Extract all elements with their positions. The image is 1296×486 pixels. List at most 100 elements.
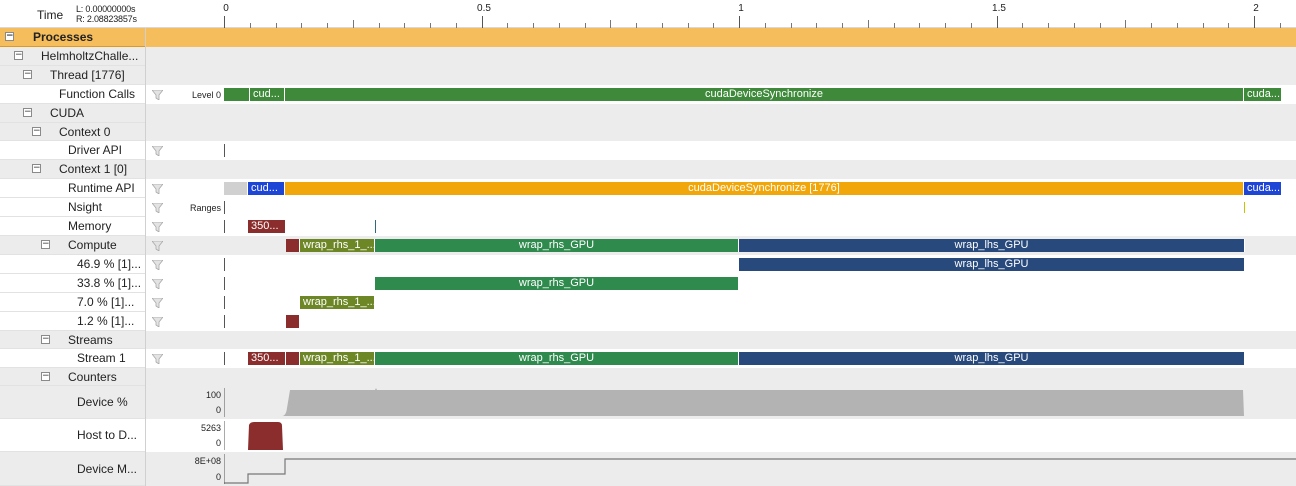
compute-track-4 — [224, 312, 1296, 331]
filter-icon[interactable] — [152, 259, 163, 270]
kernel-event[interactable]: wrap_lhs_GPU — [739, 258, 1245, 271]
kernel-event[interactable] — [286, 239, 300, 252]
filter-icon[interactable] — [152, 183, 163, 194]
filter-icon[interactable] — [152, 278, 163, 289]
filter-icon[interactable] — [152, 202, 163, 213]
tree-label: Nsight — [68, 200, 103, 214]
ruler-tick-label: 0.5 — [477, 3, 491, 14]
filter-icon[interactable] — [152, 353, 163, 364]
kernel-event[interactable] — [286, 315, 300, 328]
tree-row-device-memory[interactable]: Device M... — [0, 452, 145, 486]
tree-row-stream1[interactable]: Stream 1 — [0, 349, 145, 368]
device-pct-area — [224, 388, 1244, 416]
filter-icon[interactable] — [152, 240, 163, 251]
tree-label: Context 0 — [59, 124, 111, 139]
device-pct-graph — [224, 386, 1296, 419]
host-to-device-graph — [224, 419, 1296, 452]
tree-row-processes[interactable]: − Processes — [0, 28, 145, 47]
y-min-label: 0 — [215, 472, 221, 482]
collapse-icon[interactable]: − — [41, 371, 50, 381]
tree-label: 7.0 % [1]... — [77, 295, 135, 309]
ruler-tick — [997, 16, 998, 28]
kernel-event[interactable]: wrap_rhs_1_... — [300, 352, 375, 365]
tree-row-host-to-device[interactable]: Host to D... — [0, 419, 145, 452]
tree-row-context0[interactable]: − Context 0 — [0, 123, 145, 141]
collapse-icon[interactable]: − — [41, 334, 50, 344]
y-max-label: 100 — [205, 390, 221, 400]
runtime-event[interactable]: cudaDeviceSynchronize [1776] — [285, 182, 1244, 195]
process-tree: − Processes − HelmholtzChalle... − Threa… — [0, 28, 145, 486]
left-cursor-readout: L: 0.00000000s — [76, 4, 136, 14]
runtime-event[interactable]: cuda... — [1244, 182, 1282, 195]
runtime-event[interactable]: cud... — [248, 182, 285, 195]
fc-event[interactable]: cuda... — [1244, 88, 1282, 101]
filter-icon[interactable] — [152, 297, 163, 308]
tree-row-device-pct[interactable]: Device % — [0, 386, 145, 419]
filter-icon[interactable] — [152, 316, 163, 327]
tree-label: 1.2 % [1]... — [77, 314, 135, 328]
htod-area — [248, 422, 283, 450]
runtime-api-track: cud... cudaDeviceSynchronize [1776] cuda… — [224, 179, 1296, 198]
tree-label: Thread [1776] — [50, 68, 125, 82]
tree-row-thread[interactable]: − Thread [1776] — [0, 66, 145, 85]
tree-row-compute-4[interactable]: 1.2 % [1]... — [0, 312, 145, 331]
tree-row-streams[interactable]: − Streams — [0, 331, 145, 349]
ranges-label: Ranges — [189, 202, 221, 213]
tree-row-context1[interactable]: − Context 1 [0] — [0, 160, 145, 179]
stream1-track: 350... wrap_rhs_1_... wrap_rhs_GPU wrap_… — [224, 349, 1296, 368]
tree-row-compute-3[interactable]: 7.0 % [1]... — [0, 293, 145, 312]
collapse-icon[interactable]: − — [14, 51, 23, 60]
memcpy-event[interactable]: 350... — [248, 220, 286, 233]
collapse-icon[interactable]: − — [32, 126, 41, 136]
kernel-event[interactable]: wrap_lhs_GPU — [739, 239, 1245, 252]
tree-label: Driver API — [68, 143, 123, 157]
collapse-icon[interactable]: − — [5, 32, 14, 41]
tree-row-runtime-api[interactable]: Runtime API — [0, 179, 145, 198]
runtime-event[interactable] — [224, 182, 248, 195]
memory-track: 350... — [224, 217, 1296, 236]
ruler-tick — [1125, 20, 1126, 28]
kernel-event[interactable]: wrap_lhs_GPU — [739, 352, 1245, 365]
tree-label: CUDA — [50, 106, 85, 120]
memcpy-event[interactable]: 350... — [248, 352, 286, 365]
timeline-area[interactable]: cud... cudaDeviceSynchronize cuda... cud… — [224, 28, 1296, 486]
collapse-icon[interactable]: − — [23, 108, 32, 117]
tree-label: Compute — [68, 238, 117, 252]
ruler-tick — [868, 20, 869, 28]
collapse-icon[interactable]: − — [41, 240, 50, 249]
driver-api-track — [224, 141, 1296, 160]
ruler-tick — [1254, 16, 1255, 28]
fc-event[interactable]: cudaDeviceSynchronize — [285, 88, 1244, 101]
collapse-icon[interactable]: − — [32, 164, 41, 173]
tree-row-counters[interactable]: − Counters — [0, 368, 145, 386]
compute-track-3: wrap_rhs_1_... — [224, 293, 1296, 312]
time-ruler[interactable]: 0 0.5 1 1.5 2 — [223, 0, 1296, 28]
fc-event[interactable]: cud... — [250, 88, 285, 101]
tree-row-function-calls[interactable]: Function Calls — [0, 85, 145, 104]
tree-label: 33.8 % [1]... — [77, 276, 142, 290]
tree-row-compute[interactable]: − Compute — [0, 236, 145, 255]
ruler-tick — [224, 16, 225, 28]
tree-row-memory[interactable]: Memory — [0, 217, 145, 236]
kernel-event[interactable]: wrap_rhs_GPU — [375, 277, 739, 290]
kernel-event[interactable]: wrap_rhs_1_... — [300, 239, 375, 252]
filter-icon[interactable] — [152, 89, 163, 100]
tree-row-compute-2[interactable]: 33.8 % [1]... — [0, 274, 145, 293]
timeline-view: { "header": { "time_label": "Time", "lef… — [0, 0, 1296, 486]
kernel-event[interactable]: wrap_rhs_GPU — [375, 352, 739, 365]
tree-row-nsight[interactable]: Nsight — [0, 198, 145, 217]
filter-icon[interactable] — [152, 145, 163, 156]
tree-row-cuda[interactable]: − CUDA — [0, 104, 145, 123]
tree-label: Context 1 [0] — [59, 162, 128, 176]
filter-icon[interactable] — [152, 221, 163, 232]
fc-event[interactable] — [224, 88, 250, 101]
collapse-icon[interactable]: − — [23, 70, 32, 79]
kernel-event[interactable] — [286, 352, 300, 365]
tree-row-driver-api[interactable]: Driver API — [0, 141, 145, 160]
tree-row-compute-1[interactable]: 46.9 % [1]... — [0, 255, 145, 274]
kernel-event[interactable]: wrap_rhs_1_... — [300, 296, 375, 309]
tree-label: Runtime API — [68, 181, 135, 195]
row-meta-column: Level 0 Ranges 100 0 5263 0 8E+08 0 — [145, 28, 224, 486]
kernel-event[interactable]: wrap_rhs_GPU — [375, 239, 739, 252]
tree-row-process[interactable]: − HelmholtzChalle... — [0, 47, 145, 66]
